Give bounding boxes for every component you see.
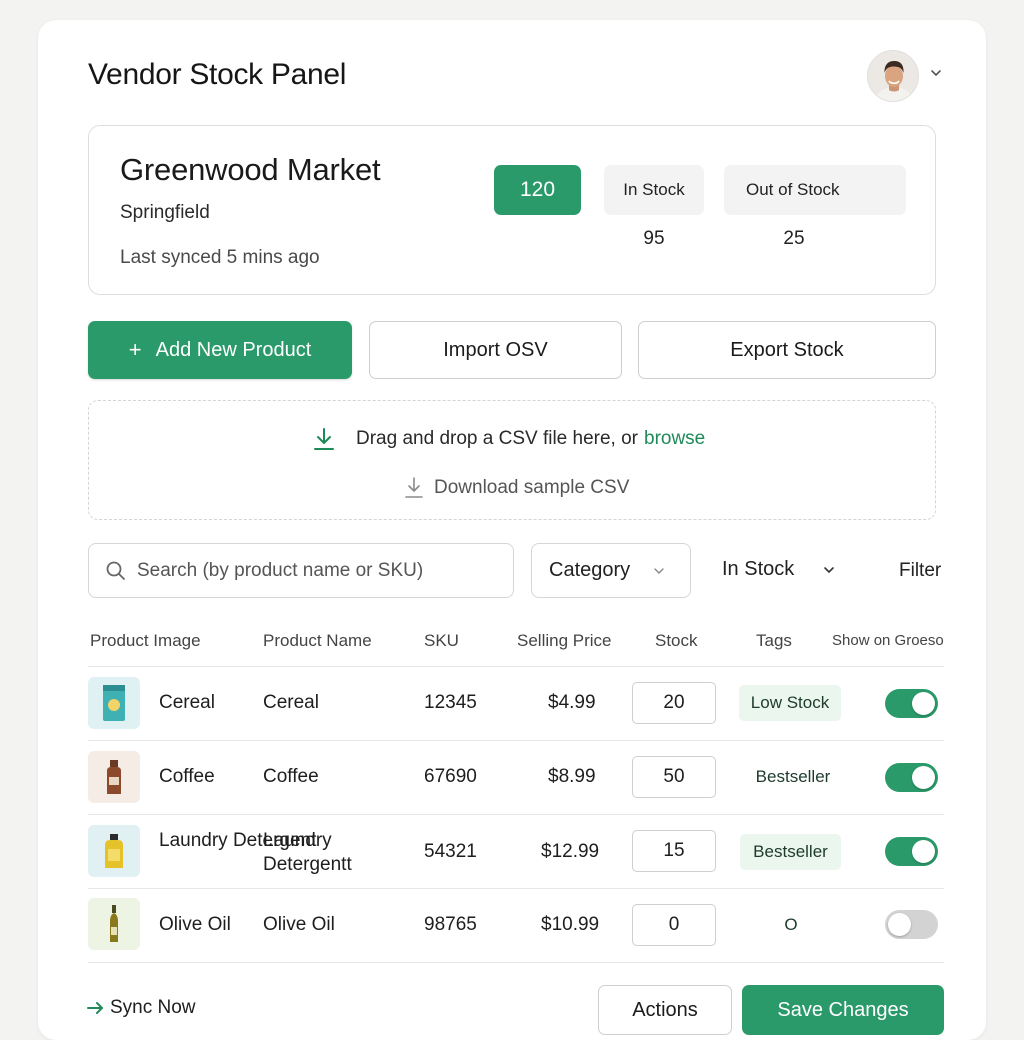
avatar-portrait-icon: [868, 51, 918, 101]
filter-button[interactable]: Filter: [899, 560, 941, 582]
col-header-stock: Stock: [655, 631, 698, 650]
status-badge: Bestseller: [740, 834, 841, 870]
col-header-image: Product Image: [90, 631, 201, 650]
product-image-label: Olive Oil: [159, 914, 231, 935]
download-icon: [405, 477, 423, 498]
col-header-tags: Tags: [756, 631, 792, 650]
in-stock-count: 95: [643, 228, 665, 249]
stock-input[interactable]: 20: [632, 682, 716, 724]
user-avatar[interactable]: [867, 50, 919, 102]
divider: [88, 814, 944, 815]
visibility-toggle[interactable]: [885, 910, 938, 939]
visibility-toggle[interactable]: [885, 763, 938, 792]
stock-input[interactable]: 0: [632, 904, 716, 946]
product-sku: 67690: [424, 766, 477, 787]
download-sample-link[interactable]: Download sample CSV: [404, 476, 629, 500]
product-price: $4.99: [548, 692, 596, 713]
stock-input[interactable]: 50: [632, 756, 716, 798]
total-products-badge: 120: [494, 165, 581, 215]
search-icon: [106, 561, 125, 580]
browse-link[interactable]: browse: [644, 428, 705, 450]
add-product-button[interactable]: + Add New Product: [88, 321, 352, 379]
visibility-toggle[interactable]: [885, 837, 938, 866]
store-city: Springfield: [120, 202, 210, 223]
detergent-bottle-icon: [105, 834, 123, 868]
product-name: Cereal: [263, 692, 319, 713]
product-thumbnail: [88, 677, 140, 729]
download-arrow-icon: [314, 428, 334, 450]
import-csv-button[interactable]: Import OSV: [369, 321, 622, 379]
product-name: Olive Oil: [263, 914, 335, 935]
product-sku: 12345: [424, 692, 477, 713]
last-synced-text: Last synced 5 mins ago: [120, 247, 320, 268]
out-of-stock-label: Out of Stock: [724, 165, 906, 215]
chevron-down-icon[interactable]: [929, 66, 943, 80]
product-thumbnail: [88, 751, 140, 803]
search-input[interactable]: Search (by product name or SKU): [88, 543, 514, 598]
category-select-value: Category: [549, 559, 631, 581]
coffee-bottle-icon: [107, 760, 121, 794]
stock-status-value: In Stock: [722, 558, 795, 580]
in-stock-label: In Stock: [604, 165, 704, 215]
cereal-box-icon: [103, 685, 125, 721]
col-header-visibility: Show on Groeso: [832, 632, 944, 649]
divider: [88, 740, 944, 741]
save-changes-button[interactable]: Save Changes: [742, 985, 944, 1035]
divider: [88, 666, 944, 667]
status-badge: Low Stock: [739, 685, 841, 721]
sync-now-label: Sync Now: [110, 997, 196, 1018]
product-sku: 54321: [424, 841, 477, 862]
visibility-toggle[interactable]: [885, 689, 938, 718]
product-name: Laundry Detergentt: [263, 830, 352, 875]
product-price: $8.99: [548, 766, 596, 787]
arrow-right-icon: [87, 1002, 103, 1014]
col-header-price: Selling Price: [517, 631, 612, 650]
export-stock-button[interactable]: Export Stock: [638, 321, 936, 379]
chevron-down-icon: [654, 567, 664, 574]
stock-status-select[interactable]: In Stock: [722, 558, 836, 581]
status-badge: O: [784, 915, 798, 934]
category-select[interactable]: Category: [531, 543, 691, 598]
product-sku: 98765: [424, 914, 477, 935]
col-header-sku: SKU: [424, 631, 459, 650]
product-image-label: Coffee: [159, 766, 215, 787]
actions-button[interactable]: Actions: [598, 985, 732, 1035]
product-thumbnail: [88, 898, 140, 950]
dropzone-label: Drag and drop a CSV file here, or: [356, 428, 638, 449]
status-badge: Bestseller: [755, 767, 831, 786]
olive-oil-bottle-icon: [110, 905, 118, 942]
sync-now-button[interactable]: Sync Now: [86, 997, 196, 1019]
plus-icon: +: [128, 337, 142, 362]
page-title: Vendor Stock Panel: [88, 58, 347, 91]
dropzone-text: Drag and drop a CSV file here, or browse: [312, 426, 705, 452]
stock-input[interactable]: 15: [632, 830, 716, 872]
store-name: Greenwood Market: [120, 152, 381, 187]
chevron-down-icon: [824, 566, 835, 573]
download-sample-label: Download sample CSV: [434, 477, 630, 498]
add-product-label: Add New Product: [155, 338, 312, 361]
out-of-stock-count: 25: [783, 228, 805, 249]
product-name: Coffee: [263, 766, 319, 787]
product-price: $10.99: [541, 914, 600, 935]
product-image-label: Cereal: [159, 692, 215, 713]
product-thumbnail: [88, 825, 140, 877]
divider: [88, 962, 944, 963]
csv-dropzone[interactable]: [88, 400, 936, 520]
divider: [88, 888, 944, 889]
col-header-name: Product Name: [263, 631, 372, 650]
product-price: $12.99: [541, 841, 600, 862]
search-placeholder: Search (by product name or SKU): [137, 559, 424, 581]
